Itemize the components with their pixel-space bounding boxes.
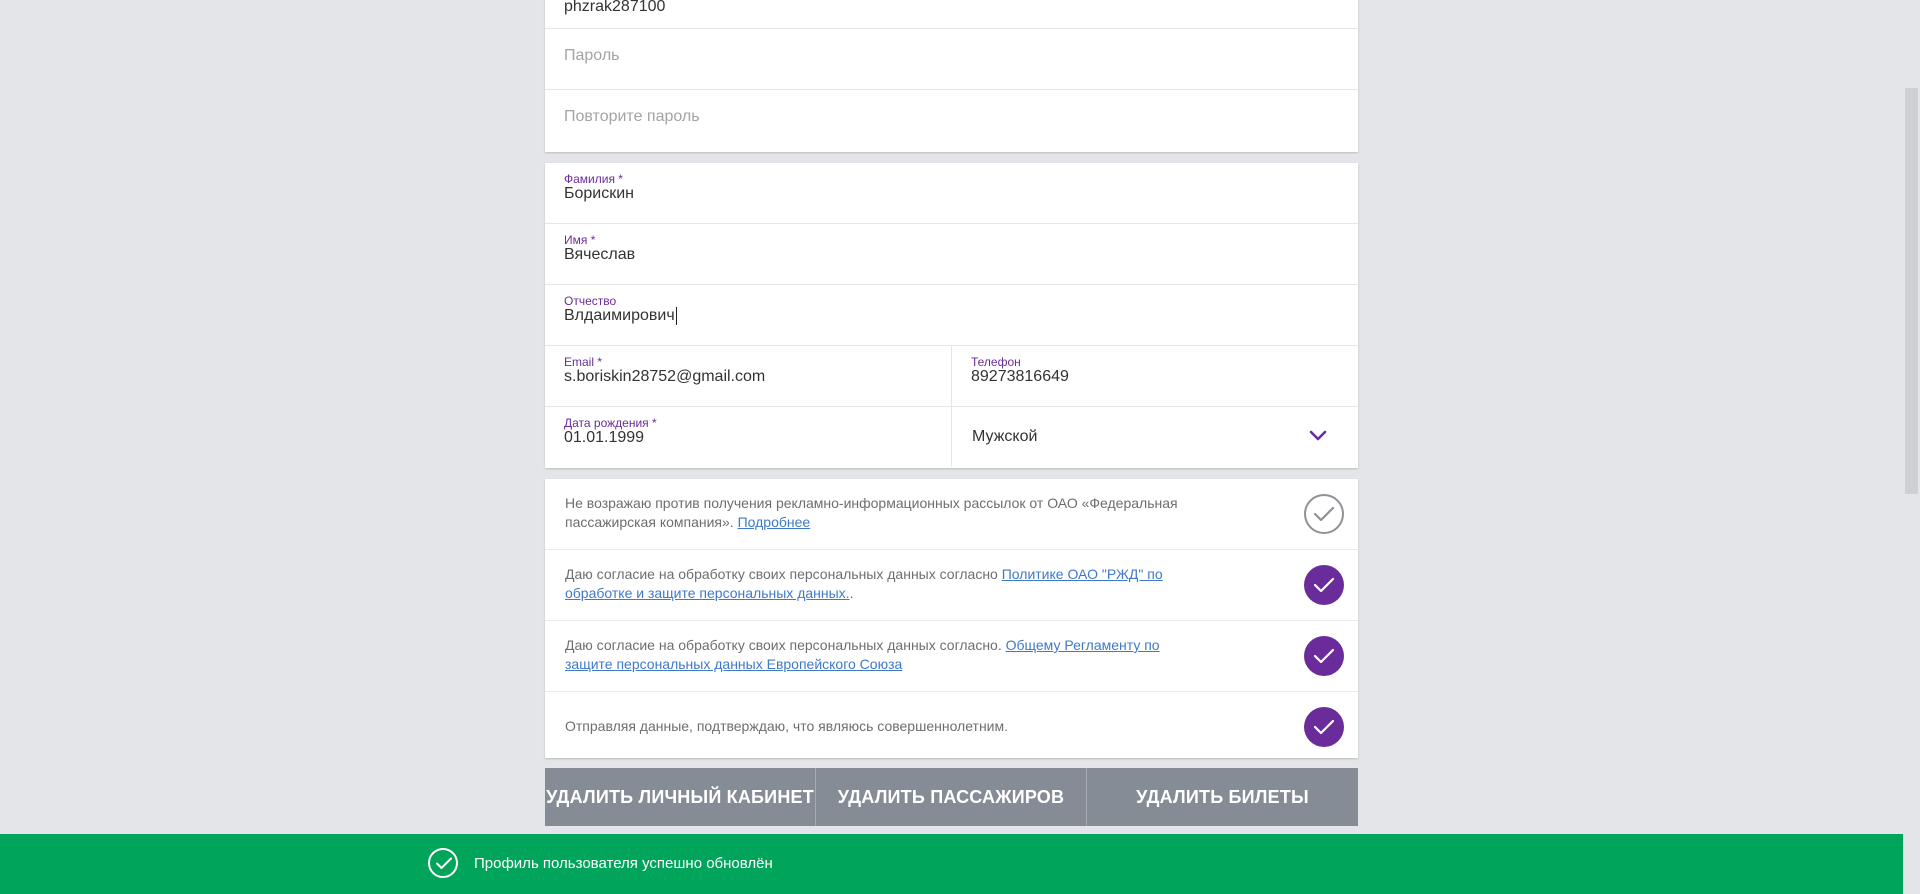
consent-rzd-policy: Даю согласие на обработку своих персонал… [545, 550, 1358, 621]
consent-marketing-text: Не возражаю против получения рекламно-ин… [565, 495, 1178, 530]
delete-account-button[interactable]: УДАЛИТЬ ЛИЧНЫЙ КАБИНЕТ [545, 768, 815, 826]
success-toast: Профиль пользователя успешно обновлён [0, 834, 1903, 894]
password-field[interactable]: Пароль [545, 29, 1358, 90]
consent-text: Отправляя данные, подтверждаю, что являю… [565, 717, 1185, 736]
gender-value: Мужской [972, 428, 1038, 445]
scrollbar-thumb[interactable] [1905, 88, 1918, 494]
repeat-password-placeholder: Повторите пароль [564, 108, 700, 125]
email-value: s.boriskin28752@gmail.com [564, 368, 766, 385]
checkmark-icon [436, 857, 452, 869]
personal-card: Фамилия * Борискин Имя * Вячеслав Отчест… [545, 163, 1358, 468]
email-field[interactable]: Email * s.boriskin28752@gmail.com [545, 346, 952, 406]
consent-rzd-checkbox[interactable] [1304, 565, 1344, 605]
surname-label: Фамилия * [564, 172, 623, 186]
consents-card: Не возражаю против получения рекламно-ин… [545, 479, 1358, 758]
consent-marketing-link[interactable]: Подробнее [738, 514, 811, 530]
scrollbar[interactable] [1903, 0, 1920, 894]
name-value: Вячеслав [564, 246, 636, 263]
checkmark-icon [1313, 577, 1335, 593]
surname-field[interactable]: Фамилия * Борискин [545, 163, 1358, 224]
phone-field[interactable]: Телефон 89273816649 [952, 346, 1358, 406]
consent-adult: Отправляя данные, подтверждаю, что являю… [545, 692, 1358, 762]
consent-adult-checkbox[interactable] [1304, 707, 1344, 747]
consent-text: Не возражаю против получения рекламно-ин… [565, 494, 1185, 532]
consent-gdpr-checkbox[interactable] [1304, 636, 1344, 676]
checkmark-icon [1313, 719, 1335, 735]
consent-gdpr: Даю согласие на обработку своих персонал… [545, 621, 1358, 692]
gender-select[interactable]: Мужской [952, 407, 1358, 467]
surname-value: Борискин [564, 185, 635, 202]
birth-gender-row: Дата рождения * 01.01.1999 Мужской [545, 407, 1358, 467]
patronymic-field[interactable]: Отчество Влдаимирович [545, 285, 1358, 346]
birthdate-label: Дата рождения * [564, 416, 657, 430]
consent-text: Даю согласие на обработку своих персонал… [565, 565, 1185, 603]
consent-marketing-checkbox[interactable] [1304, 494, 1344, 534]
login-value: phzrak287100 [564, 0, 666, 15]
contacts-row: Email * s.boriskin28752@gmail.com Телефо… [545, 346, 1358, 407]
birthdate-field[interactable]: Дата рождения * 01.01.1999 [545, 407, 952, 467]
consent-adult-text: Отправляя данные, подтверждаю, что являю… [565, 718, 1009, 734]
action-buttons: УДАЛИТЬ ЛИЧНЫЙ КАБИНЕТ УДАЛИТЬ ПАССАЖИРО… [545, 768, 1358, 826]
delete-passengers-button[interactable]: УДАЛИТЬ ПАССАЖИРОВ [815, 768, 1086, 826]
consent-rzd-after: . [849, 585, 854, 601]
checkmark-icon [1313, 506, 1335, 522]
chevron-down-icon[interactable] [1308, 429, 1328, 443]
email-label: Email * [564, 355, 603, 369]
consent-marketing: Не возражаю против получения рекламно-ин… [545, 479, 1358, 550]
patronymic-label: Отчество [564, 294, 617, 308]
repeat-password-field[interactable]: Повторите пароль [545, 90, 1358, 150]
consent-gdpr-text: Даю согласие на обработку своих персонал… [565, 637, 1006, 653]
name-label: Имя * [564, 233, 596, 247]
password-placeholder: Пароль [564, 47, 620, 64]
consent-text: Даю согласие на обработку своих персонал… [565, 636, 1185, 674]
checkmark-icon [1313, 648, 1335, 664]
account-card: phzrak287100 Пароль Повторите пароль [545, 0, 1358, 152]
consent-rzd-text: Даю согласие на обработку своих персонал… [565, 566, 1002, 582]
toast-message: Профиль пользователя успешно обновлён [474, 855, 773, 872]
delete-tickets-button[interactable]: УДАЛИТЬ БИЛЕТЫ [1086, 768, 1358, 826]
patronymic-value: Влдаимирович [564, 307, 677, 325]
login-field[interactable]: phzrak287100 [545, 0, 1358, 29]
phone-label: Телефон [971, 355, 1021, 369]
birthdate-value: 01.01.1999 [564, 429, 645, 446]
page: phzrak287100 Пароль Повторите пароль Фам… [0, 0, 1920, 894]
phone-value: 89273816649 [971, 368, 1069, 385]
name-field[interactable]: Имя * Вячеслав [545, 224, 1358, 285]
check-circle-icon [428, 848, 458, 878]
